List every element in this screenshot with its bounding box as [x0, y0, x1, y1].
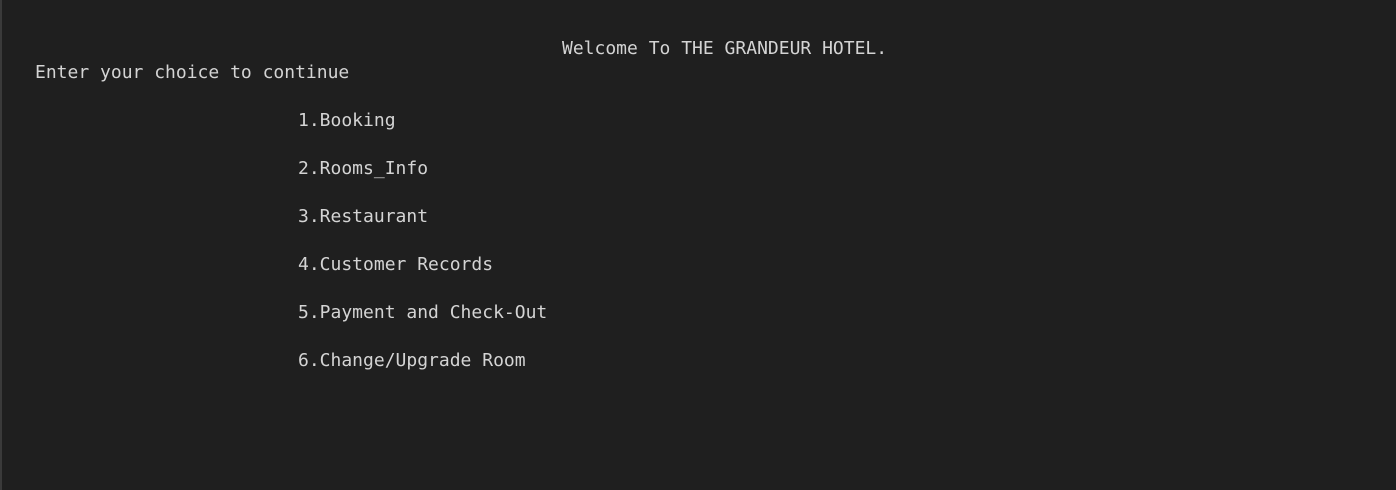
menu-option-change-upgrade-room: 6.Change/Upgrade Room: [298, 350, 526, 371]
welcome-banner: Welcome To THE GRANDEUR HOTEL.: [562, 38, 888, 59]
menu-option-restaurant: 3.Restaurant: [298, 206, 429, 227]
menu-option-booking: 1.Booking: [298, 110, 396, 131]
terminal-output[interactable]: Welcome To THE GRANDEUR HOTEL. Enter you…: [0, 0, 1396, 490]
menu-option-payment-checkout: 5.Payment and Check-Out: [298, 302, 548, 323]
menu-option-rooms-info: 2.Rooms_Info: [298, 158, 429, 179]
choice-prompt: Enter your choice to continue: [35, 62, 350, 83]
menu-option-customer-records: 4.Customer Records: [298, 254, 494, 275]
